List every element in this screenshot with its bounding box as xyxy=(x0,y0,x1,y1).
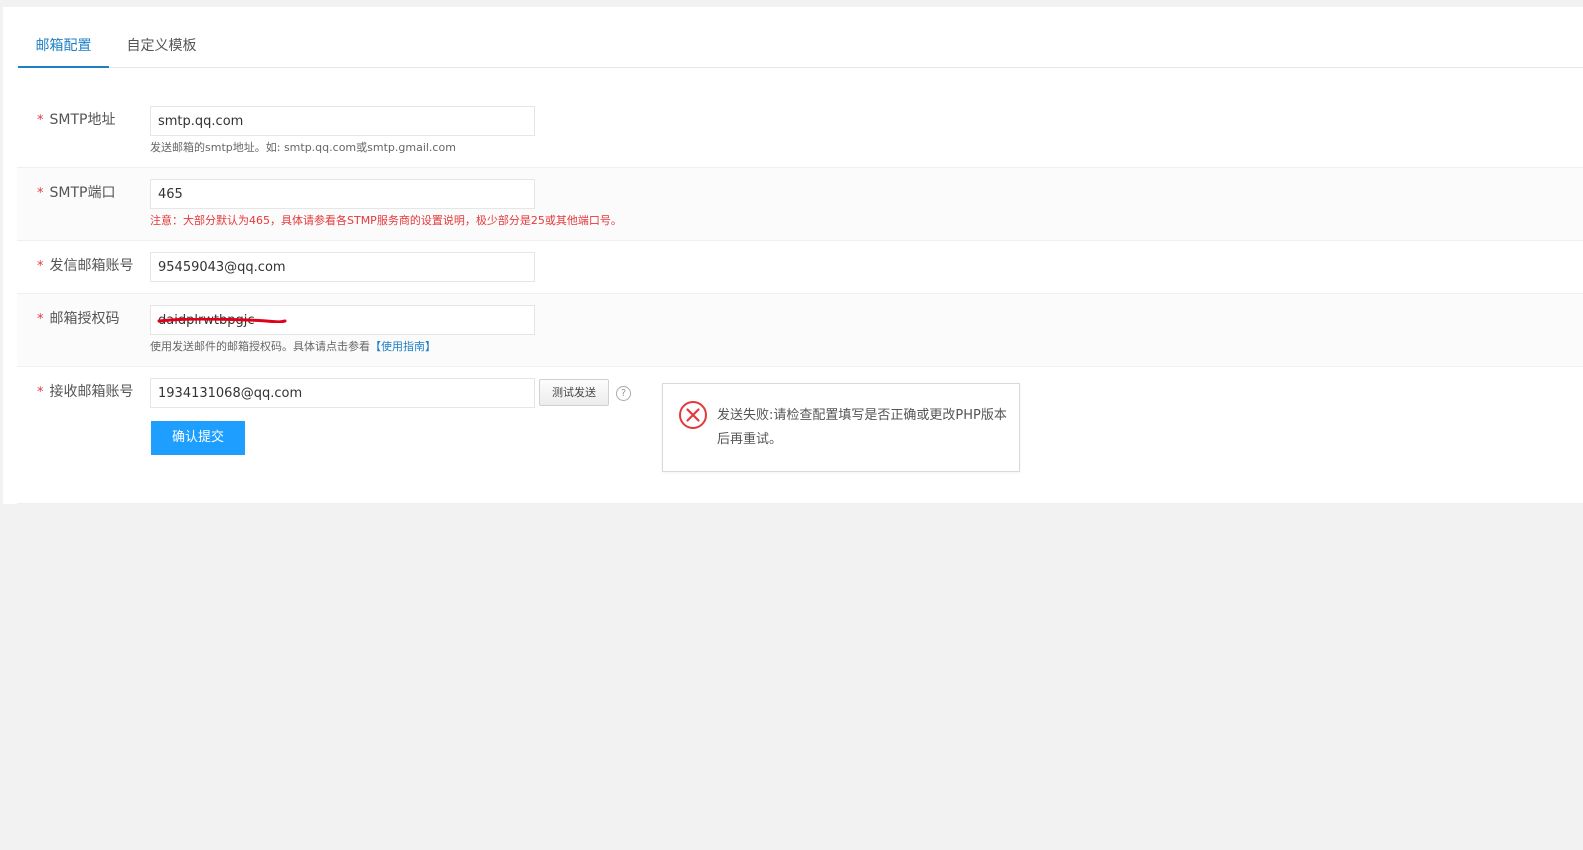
sender-account-input[interactable] xyxy=(150,252,535,282)
required-asterisk: * xyxy=(37,259,44,274)
smtp-port-input[interactable] xyxy=(150,179,535,209)
error-circle-x-icon xyxy=(679,401,707,429)
tab-bar: 邮箱配置 自定义模板 xyxy=(18,27,1583,68)
form-row-receiver-account: *接收邮箱账号 测试发送 ? 确认提交 发送失败:请检查配置填写是否正确或更改P… xyxy=(17,367,1583,504)
receiver-account-label: * 接收邮箱账号 xyxy=(37,384,134,400)
tab-email-config[interactable]: 邮箱配置 xyxy=(18,27,109,68)
auth-code-label: * 邮箱授权码 xyxy=(37,311,120,327)
error-message: 发送失败:请检查配置填写是否正确或更改PHP版本后再重试。 xyxy=(717,408,1007,447)
auth-code-input[interactable] xyxy=(150,305,535,335)
required-asterisk: * xyxy=(37,312,44,327)
auth-code-hint: 使用发送邮件的邮箱授权码。具体请点击参看【使用指南】 xyxy=(150,340,436,353)
required-asterisk: * xyxy=(37,186,44,201)
form-row-auth-code: *邮箱授权码 使用发送邮件的邮箱授权码。具体请点击参看【使用指南】 xyxy=(17,294,1583,367)
form-row-sender-account: * 发信邮箱账号 xyxy=(17,241,1583,294)
help-icon[interactable]: ? xyxy=(616,386,631,401)
form-row-smtp-port: *SMTP端口 注意：大部分默认为465，具体请参看各STMP服务商的设置说明，… xyxy=(17,168,1583,241)
smtp-host-label: * SMTP地址 xyxy=(37,112,116,128)
smtp-host-hint: 发送邮箱的smtp地址。如: smtp.qq.com或smtp.gmail.co… xyxy=(150,141,456,154)
smtp-port-label: * SMTP端口 xyxy=(37,185,116,201)
submit-button[interactable]: 确认提交 xyxy=(151,421,245,455)
form-row-smtp-host: *SMTP地址 发送邮箱的smtp地址。如: smtp.qq.com或smtp.… xyxy=(17,95,1583,168)
smtp-host-input[interactable] xyxy=(150,106,535,136)
receiver-account-input[interactable] xyxy=(150,378,535,408)
tab-custom-template[interactable]: 自定义模板 xyxy=(109,27,214,68)
test-send-button[interactable]: 测试发送 xyxy=(539,379,609,406)
main-panel: 邮箱配置 自定义模板 *SMTP地址 发送邮箱的smtp地址。如: smtp.q… xyxy=(3,7,1583,504)
required-asterisk: * xyxy=(37,385,44,400)
error-alert-dialog: 发送失败:请检查配置填写是否正确或更改PHP版本后再重试。 xyxy=(662,383,1020,472)
usage-guide-link[interactable]: 【使用指南】 xyxy=(370,340,436,353)
smtp-port-warning: 注意：大部分默认为465，具体请参看各STMP服务商的设置说明，极少部分是25或… xyxy=(150,214,622,227)
required-asterisk: * xyxy=(37,113,44,128)
sender-account-label: * 发信邮箱账号 xyxy=(37,258,134,274)
